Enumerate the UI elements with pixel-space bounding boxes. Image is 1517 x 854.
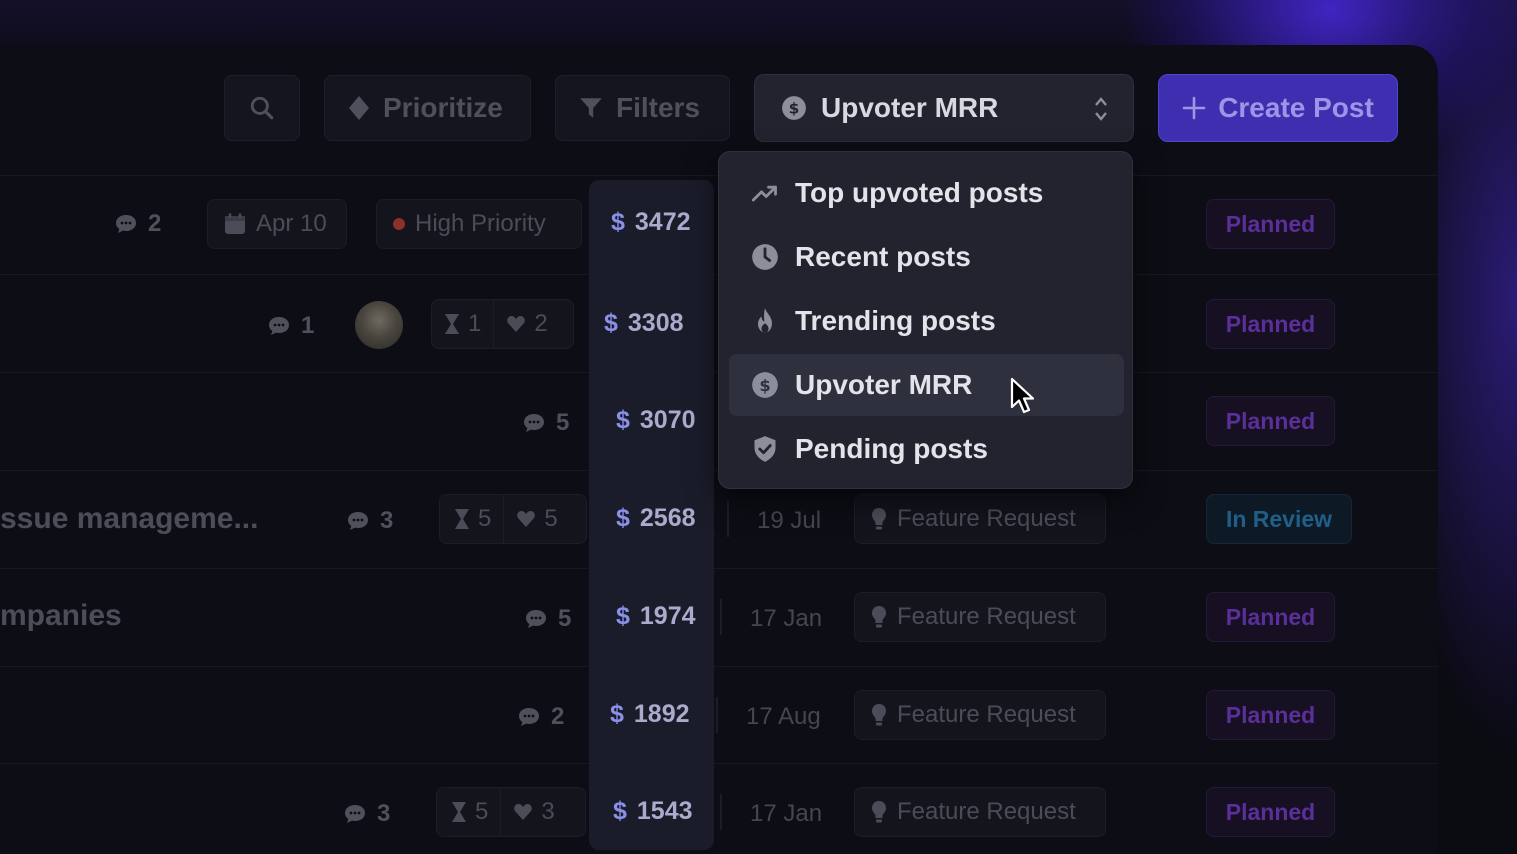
filters-label: Filters [616,92,701,123]
category-chip[interactable]: Feature Request [854,592,1106,642]
comment-icon [524,414,544,432]
shield-check-icon [754,436,776,462]
comment-icon [345,805,365,823]
post-date: 17 Jan [750,605,823,632]
column-divider [716,697,718,733]
mrr-value: $ 1974 [616,602,696,630]
comment-count: 2 [114,210,161,238]
status-badge[interactable]: Planned [1206,787,1335,837]
hourglass-icon [455,509,469,529]
dollar-circle-icon: $ [782,96,806,120]
mrr-value: $ 2568 [616,504,696,532]
comment-count: 3 [346,507,393,535]
comment-count: 1 [267,312,314,340]
chip-divider [503,494,505,544]
comment-icon [116,215,136,233]
filters-button[interactable]: Filters [555,75,730,141]
post-title[interactable]: ssue manageme... [0,502,258,536]
plus-icon [1182,96,1206,120]
vote-chip[interactable]: 5 3 [436,787,586,837]
hourglass-icon [452,802,466,822]
prioritize-button[interactable]: Prioritize [324,75,531,141]
comment-count: 5 [524,605,571,633]
mrr-value: $ 3070 [616,406,696,434]
column-divider [720,599,722,635]
menu-item-recent[interactable]: Recent posts [729,226,1124,288]
vote-chip[interactable]: 1 2 [431,299,574,349]
menu-item-upvoter-mrr[interactable]: $ Upvoter MRR [729,354,1124,416]
hourglass-icon [445,314,459,334]
chevron-up-down-icon [1095,97,1107,121]
comment-count: 2 [517,703,564,731]
row-divider [0,763,1438,764]
svg-text:$: $ [759,376,770,395]
prioritize-label: Prioritize [383,92,503,123]
lightbulb-icon [872,704,886,726]
menu-item-trending[interactable]: Trending posts [729,290,1124,352]
comment-count: 3 [343,800,390,828]
mouse-cursor-icon [1010,377,1035,414]
svg-text:$: $ [789,99,800,117]
chip-divider [493,299,495,349]
dollar-circle-icon: $ [752,372,778,398]
calendar-icon [225,213,245,234]
comment-icon [526,610,546,628]
heart-icon [517,511,536,527]
search-button[interactable] [224,75,300,141]
avatar[interactable] [355,301,403,349]
fire-icon [758,308,772,333]
mrr-value: $ 3472 [611,208,691,236]
trending-up-icon [751,185,777,202]
status-badge[interactable]: Planned [1206,299,1335,349]
vote-chip[interactable]: 5 5 [439,494,587,544]
status-badge[interactable]: Planned [1206,199,1335,249]
row-divider [0,568,1438,569]
create-post-button[interactable]: Create Post [1158,74,1398,142]
mrr-value: $ 1892 [610,700,690,728]
lightbulb-icon [872,606,886,628]
comment-icon [348,512,368,530]
mrr-value: $ 3308 [604,309,684,337]
menu-item-pending[interactable]: Pending posts [729,418,1124,480]
status-badge[interactable]: Planned [1206,690,1335,740]
filter-icon [580,98,602,118]
diamond-icon [349,96,369,120]
menu-item-top-upvoted[interactable]: Top upvoted posts [729,162,1124,224]
post-date: 17 Aug [746,703,821,730]
chip-divider [500,787,502,837]
comment-icon [269,317,289,335]
priority-dot-icon [393,218,405,230]
sort-select[interactable]: $ Upvoter MRR [754,74,1134,142]
search-icon [250,96,274,120]
category-chip[interactable]: Feature Request [854,787,1106,837]
sort-dropdown-menu: Top upvoted posts Recent posts Trending … [718,151,1133,489]
column-divider [727,501,729,537]
post-date: 19 Jul [757,507,822,534]
clock-icon [752,244,778,270]
lightbulb-icon [872,801,886,823]
comment-count: 5 [522,409,569,437]
column-divider [720,794,722,830]
priority-chip[interactable]: High Priority [376,199,582,249]
create-post-label: Create Post [1218,92,1374,123]
row-divider [0,666,1438,667]
status-badge[interactable]: Planned [1206,592,1335,642]
lightbulb-icon [872,508,886,530]
heart-icon [507,316,526,332]
comment-icon [519,708,539,726]
sort-select-label: Upvoter MRR [821,92,999,123]
mrr-value: $ 1543 [613,797,693,825]
post-date: 17 Jan [750,800,823,827]
status-badge[interactable]: Planned [1206,396,1335,446]
status-badge[interactable]: In Review [1206,494,1352,544]
feedback-board-panel: Prioritize Filters $ Upvoter MRR Create … [0,45,1438,854]
category-chip[interactable]: Feature Request [854,494,1106,544]
category-chip[interactable]: Feature Request [854,690,1106,740]
post-title[interactable]: mpanies [0,599,122,633]
heart-icon [514,804,533,820]
due-date-chip[interactable]: Apr 10 [207,199,347,249]
